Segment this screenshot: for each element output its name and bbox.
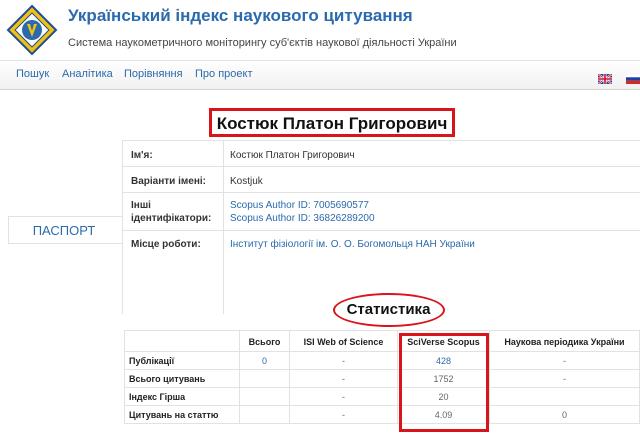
info-label-name: Ім'я: xyxy=(131,150,153,161)
info-row-identifiers: Інші ідентифікатори: Scopus Author ID: 7… xyxy=(123,192,640,230)
scopus-author-id-link-2[interactable]: Scopus Author ID: 36826289200 xyxy=(230,212,375,225)
stats-table: Всього ISI Web of Science SciVerse Scopu… xyxy=(124,330,640,433)
stats-header-isi: ISI Web of Science xyxy=(290,330,398,352)
person-name: Костюк Платон Григорович xyxy=(216,114,448,133)
info-value-variants: Kostjuk xyxy=(230,176,263,187)
info-value-name: Костюк Платон Григорович xyxy=(230,150,355,161)
stats-row-label: Публікації xyxy=(124,352,240,370)
info-row-variants: Варіанти імені: Kostjuk xyxy=(123,166,640,192)
scopus-column-highlight xyxy=(399,333,489,432)
stats-value xyxy=(240,370,290,388)
info-row-name: Ім'я: Костюк Платон Григорович xyxy=(123,140,640,166)
stats-value xyxy=(240,406,290,424)
stats-heading-highlight: Статистика xyxy=(333,293,445,327)
stats-value-link[interactable]: 0 xyxy=(240,352,290,370)
stats-value xyxy=(490,388,640,406)
nav-item-compare[interactable]: Порівняння xyxy=(124,68,183,80)
info-label-workplace: Місце роботи: xyxy=(131,239,201,250)
stats-header-empty xyxy=(124,330,240,352)
scopus-author-id-link-1[interactable]: Scopus Author ID: 7005690577 xyxy=(230,199,369,212)
site-header: Український індекс наукового цитування С… xyxy=(0,0,640,60)
nav-item-analytics[interactable]: Аналітика xyxy=(62,68,113,80)
tab-passport-label: ПАСПОРТ xyxy=(32,223,96,238)
stats-value: - xyxy=(290,406,398,424)
site-logo-icon[interactable] xyxy=(6,4,58,56)
info-row-workplace: Місце роботи: Інститут фізіології ім. О.… xyxy=(123,230,640,260)
stats-value: - xyxy=(490,370,640,388)
person-name-highlight: Костюк Платон Григорович xyxy=(209,108,455,137)
stats-value: - xyxy=(290,352,398,370)
stats-row-label: Індекс Гірша xyxy=(124,388,240,406)
info-label-identifiers-1: Інші xyxy=(131,200,151,211)
tab-passport[interactable]: ПАСПОРТ xyxy=(8,216,122,244)
nav-item-search[interactable]: Пошук xyxy=(16,68,49,80)
stats-header-ukraine-periodicals: Наукова періодика України xyxy=(490,330,640,352)
stats-value xyxy=(240,388,290,406)
stats-header-total: Всього xyxy=(240,330,290,352)
site-title[interactable]: Український індекс наукового цитування xyxy=(68,6,413,26)
stats-row-label: Цитувань на статтю xyxy=(124,406,240,424)
workplace-link[interactable]: Інститут фізіології ім. О. О. Богомольця… xyxy=(230,238,475,251)
main-navbar: Пошук Аналітика Порівняння Про проект xyxy=(0,60,640,90)
uk-flag-icon[interactable] xyxy=(597,71,613,85)
stats-value: - xyxy=(290,370,398,388)
stats-value: - xyxy=(490,352,640,370)
info-label-identifiers-2: ідентифікатори: xyxy=(131,213,212,224)
ru-flag-icon[interactable] xyxy=(625,71,640,84)
nav-item-about[interactable]: Про проект xyxy=(195,68,252,80)
info-label-variants: Варіанти імені: xyxy=(131,176,206,187)
stats-heading: Статистика xyxy=(346,301,431,318)
site-subtitle: Система наукометричного моніторингу суб'… xyxy=(68,37,457,49)
stats-value: - xyxy=(290,388,398,406)
stats-row-label: Всього цитувань xyxy=(124,370,240,388)
stats-value: 0 xyxy=(490,406,640,424)
passport-info-panel: Ім'я: Костюк Платон Григорович Варіанти … xyxy=(122,140,640,314)
